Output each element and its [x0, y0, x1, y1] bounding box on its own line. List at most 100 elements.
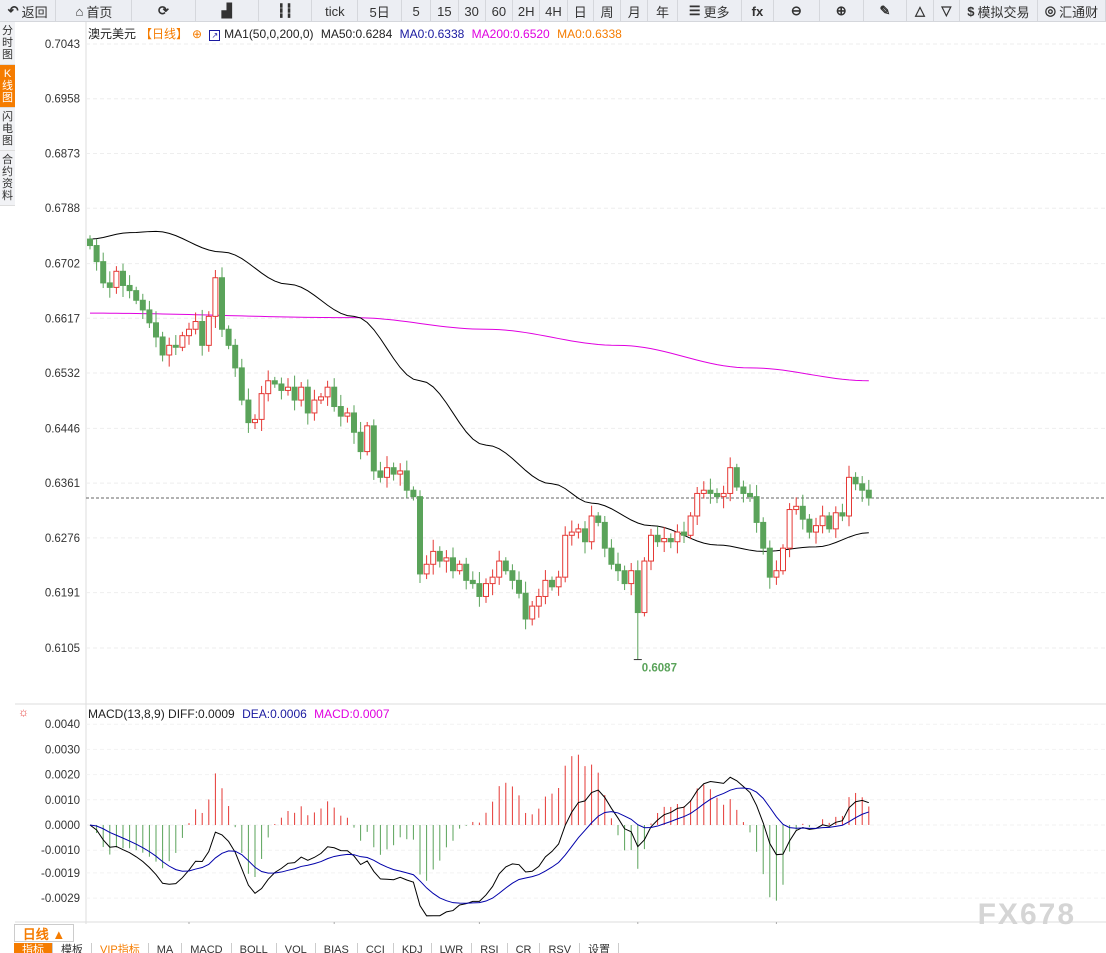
- candle: [456, 560, 463, 575]
- candle: [542, 570, 549, 605]
- candle-body: [245, 399, 252, 424]
- macd-tick-label: 0.0010: [45, 795, 80, 807]
- pen-icon: ✎: [879, 3, 891, 18]
- candle-body: [846, 476, 852, 517]
- candle-body: [575, 528, 582, 533]
- ma0-value: MA0:0.6338: [399, 27, 465, 41]
- candle: [106, 271, 113, 298]
- toolbar-button-5日[interactable]: 5日: [358, 0, 403, 22]
- candle: [172, 335, 179, 356]
- candle: [601, 515, 608, 558]
- price-tick-label: 0.6361: [45, 478, 80, 490]
- function-icon: fx: [751, 3, 764, 19]
- candle-body: [93, 245, 100, 263]
- toolbar-button-refresh[interactable]: ⟳: [132, 0, 196, 22]
- candle: [476, 571, 483, 607]
- candle: [331, 378, 338, 412]
- candle: [311, 389, 318, 421]
- price-tick-label: 0.6532: [45, 368, 80, 380]
- candle-body: [192, 321, 199, 330]
- price-tick-label: 0.6702: [45, 259, 80, 271]
- chart-area[interactable]: 0.7043 0.6958 0.6873 0.6788 0.6702 0.6617 0.65…: [0, 22, 1106, 924]
- period-selector[interactable]: 日线 ▲: [14, 924, 74, 942]
- candle: [146, 300, 153, 328]
- toolbar-button-日[interactable]: 日: [568, 0, 594, 22]
- candle-body: [278, 383, 285, 391]
- candle-body: [859, 483, 866, 491]
- settings-icon[interactable]: ⊕: [192, 27, 202, 41]
- toolbar-button-5[interactable]: 5: [402, 0, 432, 22]
- candle: [562, 526, 569, 583]
- macd-tick-label: -0.0019: [41, 868, 80, 880]
- ma50-line: [89, 230, 869, 552]
- macd-settings-icon[interactable]: ☼: [18, 705, 29, 719]
- diff-line: [89, 776, 869, 917]
- toolbar-button-bar-chart[interactable]: ▟: [196, 0, 259, 22]
- toolbar-button-function[interactable]: fx: [742, 0, 774, 22]
- candle-body: [225, 328, 232, 346]
- candle-body: [588, 515, 595, 543]
- candle: [753, 485, 760, 533]
- dea-value: DEA:0.0006: [242, 707, 307, 721]
- toolbar-button-tick[interactable]: tick: [312, 0, 359, 22]
- candle-body: [720, 492, 727, 498]
- candle: [799, 494, 806, 530]
- candle: [318, 392, 324, 404]
- toolbar-button-2H[interactable]: 2H: [513, 0, 541, 22]
- candle-body: [707, 489, 714, 494]
- candle-body: [113, 270, 120, 288]
- candle: [555, 570, 562, 596]
- toolbar-button-triangle-down[interactable]: ▽: [934, 0, 960, 22]
- ma200-value: MA200:0.6520: [471, 27, 550, 41]
- price-tick-label: 0.6617: [45, 313, 80, 325]
- toolbar-label: tick: [325, 3, 345, 19]
- ma-indicator-icon[interactable]: ↗: [209, 30, 221, 41]
- candle: [634, 560, 641, 660]
- toolbar-button-zoom-out[interactable]: ⊖: [774, 0, 820, 22]
- candle-body: [694, 492, 701, 517]
- toolbar-button-月[interactable]: 月: [621, 0, 649, 22]
- huitong-icon: ◎: [1044, 3, 1057, 18]
- candle: [509, 564, 516, 590]
- toolbar-label: 更多: [703, 4, 730, 20]
- candle-body: [311, 399, 318, 414]
- toolbar-button-返回[interactable]: ↶ 返回: [0, 0, 57, 22]
- candle: [291, 375, 298, 411]
- candle: [397, 463, 404, 486]
- toolbar-button-candlestick[interactable]: ┇┇: [259, 0, 313, 22]
- triangle-down-icon: ▽: [941, 3, 952, 18]
- candle-body: [793, 505, 800, 511]
- toolbar-button-60[interactable]: 60: [486, 0, 514, 22]
- candle-body: [648, 534, 654, 562]
- toolbar-button-30[interactable]: 30: [459, 0, 486, 22]
- candle: [245, 388, 252, 433]
- candle-body: [443, 557, 450, 562]
- candle-body: [364, 425, 371, 453]
- macd-name: MACD(13,8,9): [88, 707, 165, 721]
- candle-body: [463, 563, 470, 581]
- candle-body: [839, 512, 846, 517]
- toolbar-button-汇通财[interactable]: ◎ 汇通财: [1038, 0, 1106, 22]
- candle: [681, 521, 687, 544]
- toolbar-label: 5: [412, 3, 420, 19]
- toolbar-label: 周: [600, 4, 614, 20]
- toolbar-button-zoom-in[interactable]: ⊕: [820, 0, 864, 22]
- toolbar-button-4H[interactable]: 4H: [540, 0, 568, 22]
- toolbar-label: 60: [491, 3, 507, 19]
- refresh-icon: ⟳: [158, 3, 169, 18]
- candle: [694, 487, 701, 525]
- toolbar-button-首页[interactable]: ⌂ 首页: [56, 0, 133, 22]
- toolbar-button-周[interactable]: 周: [594, 0, 622, 22]
- candle-body: [252, 418, 258, 424]
- candle: [265, 370, 272, 402]
- toolbar-button-triangle-up[interactable]: △: [907, 0, 934, 22]
- toolbar-button-15[interactable]: 15: [431, 0, 459, 22]
- toolbar-button-模拟交易[interactable]: $ 模拟交易: [960, 0, 1038, 22]
- toolbar-button-pen[interactable]: ✎: [864, 0, 908, 22]
- candle-body: [641, 560, 648, 614]
- toolbar-button-更多[interactable]: ☰ 更多: [678, 0, 742, 22]
- candle: [760, 517, 767, 555]
- toolbar-button-年[interactable]: 年: [648, 0, 678, 22]
- candle-body: [87, 238, 93, 247]
- price-tick-label: 0.6191: [45, 588, 80, 600]
